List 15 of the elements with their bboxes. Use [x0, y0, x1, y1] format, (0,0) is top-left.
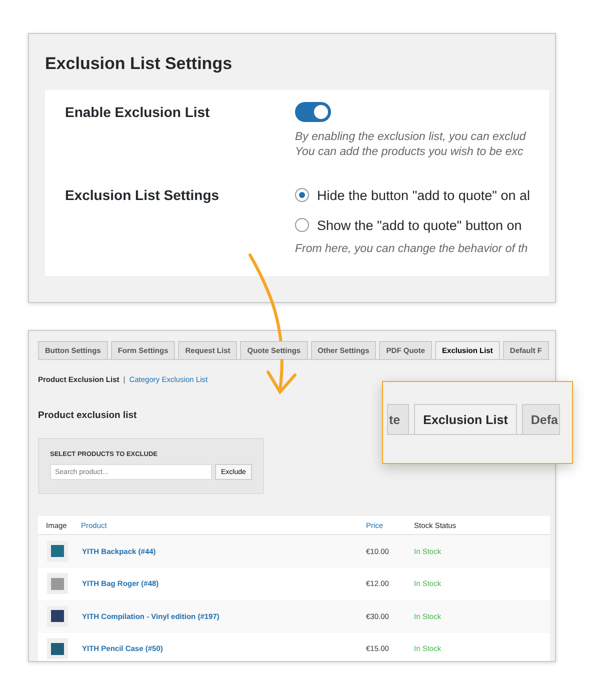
- toggle-switch[interactable]: [295, 102, 331, 122]
- setting-description: By enabling the exclusion list, you can exclud: [295, 130, 526, 145]
- radio-button[interactable]: [295, 218, 309, 232]
- settings-title: Exclusion List Settings: [45, 54, 234, 74]
- setting-label: Enable Exclusion List: [65, 103, 211, 122]
- setting-description: From here, you can change the behavior of th: [295, 242, 529, 257]
- setting-description: You can add the products you wish to be exc: [295, 145, 524, 160]
- radio-label: Show the "add to quote" button on: [317, 218, 522, 232]
- setting-label: Exclusion List Settings: [65, 186, 220, 205]
- settings-tab[interactable]: Exclusion List: [414, 404, 517, 434]
- radio-button[interactable]: [295, 188, 309, 202]
- settings-tab[interactable]: te: [387, 404, 410, 434]
- section-heading: Product exclusion list: [38, 410, 137, 421]
- settings-tab[interactable]: Defa: [522, 404, 560, 434]
- radio-label: Hide the button "add to quote" on al: [317, 188, 530, 202]
